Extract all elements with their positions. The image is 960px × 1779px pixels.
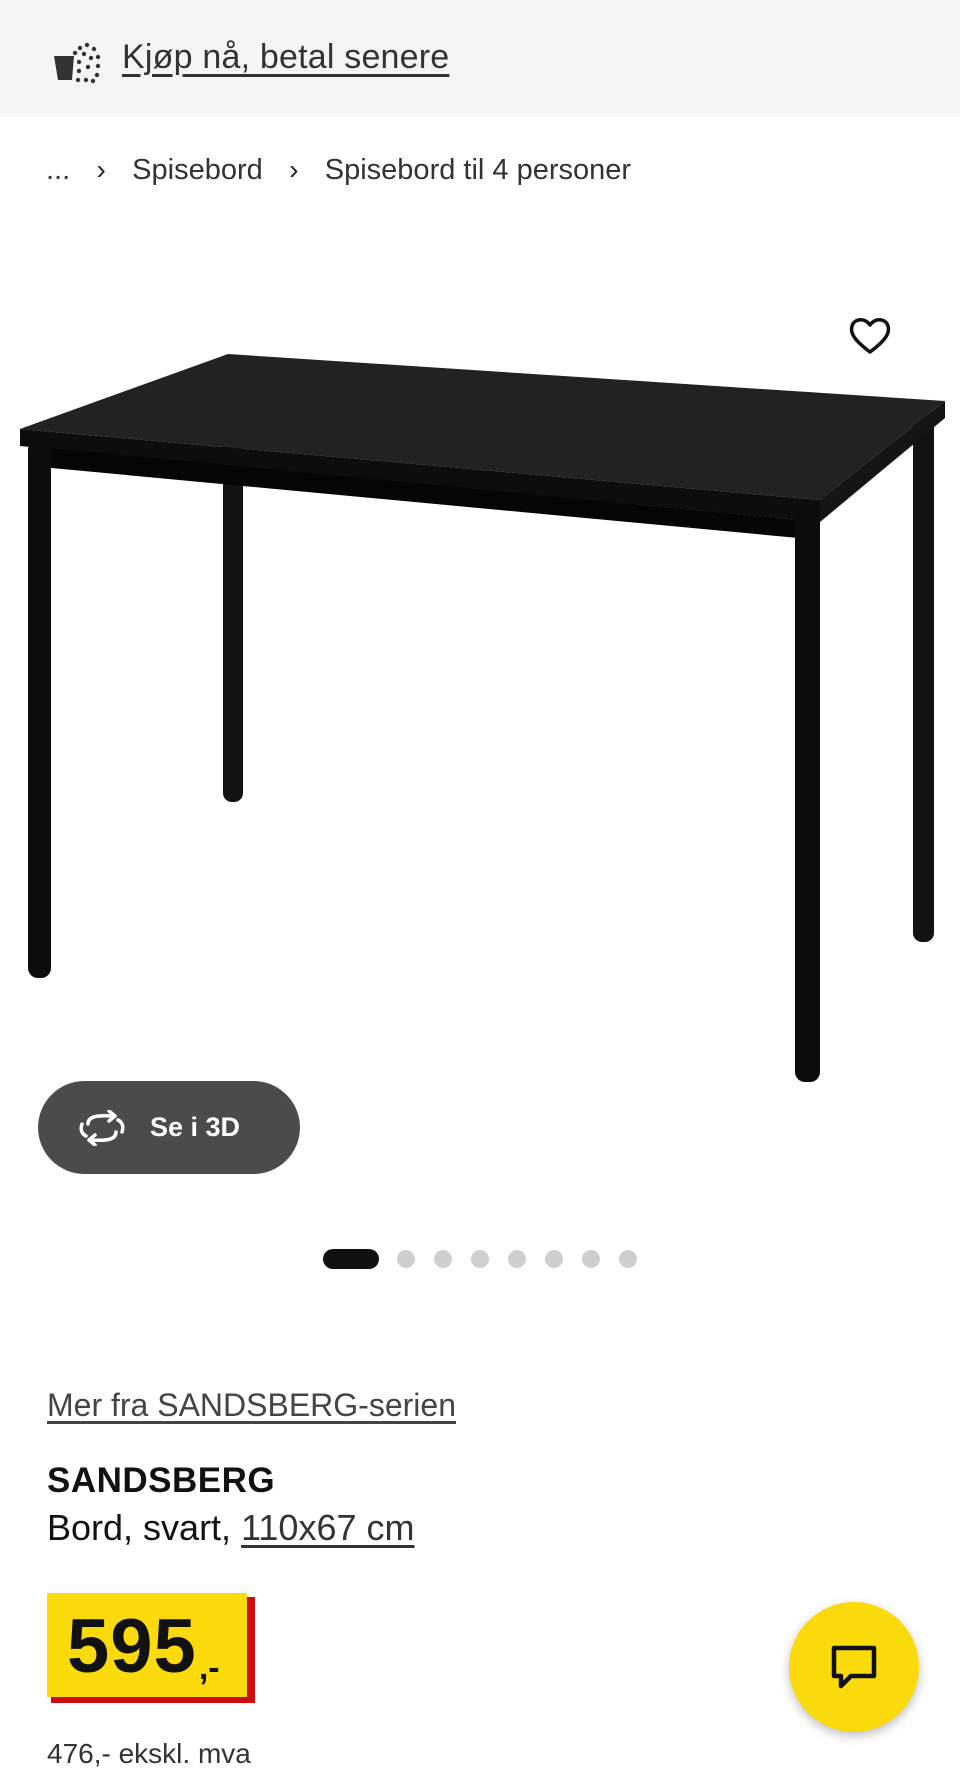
carousel-dot-5[interactable] bbox=[508, 1250, 526, 1268]
price-ex-vat: 476,- ekskl. mva bbox=[47, 1738, 251, 1769]
price-tag: 595 ,- bbox=[47, 1593, 255, 1703]
product-description: Bord, svart, 110x67 cm bbox=[47, 1507, 415, 1549]
view-3d-label: Se i 3D bbox=[150, 1112, 241, 1142]
series-link[interactable]: Mer fra SANDSBERG-serien bbox=[47, 1387, 456, 1424]
chat-button[interactable] bbox=[789, 1602, 919, 1732]
carousel-dot-1[interactable] bbox=[323, 1249, 379, 1269]
rotate-3d-icon bbox=[79, 1109, 125, 1146]
product-image[interactable] bbox=[0, 240, 960, 1140]
chat-bubble-icon bbox=[831, 1645, 877, 1689]
breadcrumb: ... › Spisebord › Spisebord til 4 person… bbox=[46, 150, 631, 190]
product-dimensions-link[interactable]: 110x67 cm bbox=[241, 1507, 414, 1548]
product-name: SANDSBERG bbox=[47, 1461, 276, 1500]
price-box: 595 ,- bbox=[47, 1593, 247, 1697]
heart-icon[interactable] bbox=[848, 314, 892, 358]
carousel-dot-2[interactable] bbox=[397, 1250, 415, 1268]
table-leg-front-left bbox=[28, 440, 51, 978]
price-suffix: ,- bbox=[198, 1649, 220, 1687]
bnpl-link[interactable]: Kjøp nå, betal senere bbox=[122, 38, 449, 77]
carousel-dot-6[interactable] bbox=[545, 1250, 563, 1268]
carousel-dot-4[interactable] bbox=[471, 1250, 489, 1268]
bnpl-bag-icon bbox=[54, 42, 101, 84]
chevron-right-icon: › bbox=[96, 154, 106, 185]
breadcrumb-ellipsis[interactable]: ... bbox=[46, 154, 70, 187]
breadcrumb-spisebord-4-personer[interactable]: Spisebord til 4 personer bbox=[325, 154, 631, 187]
carousel-dot-3[interactable] bbox=[434, 1250, 452, 1268]
bnpl-banner[interactable]: Kjøp nå, betal senere bbox=[0, 0, 960, 117]
table-leg-back-right bbox=[913, 415, 934, 942]
carousel-pagination bbox=[323, 1248, 656, 1270]
price-value: 595 bbox=[67, 1604, 197, 1689]
breadcrumb-spisebord[interactable]: Spisebord bbox=[132, 154, 263, 187]
carousel-dot-8[interactable] bbox=[619, 1250, 637, 1268]
table-leg-back-left bbox=[223, 440, 243, 802]
table-leg-front-right bbox=[795, 512, 820, 1082]
product-description-text: Bord, svart, bbox=[47, 1507, 242, 1548]
carousel-dot-7[interactable] bbox=[582, 1250, 600, 1268]
chevron-right-icon: › bbox=[289, 154, 299, 185]
view-3d-button[interactable]: Se i 3D bbox=[38, 1081, 300, 1174]
